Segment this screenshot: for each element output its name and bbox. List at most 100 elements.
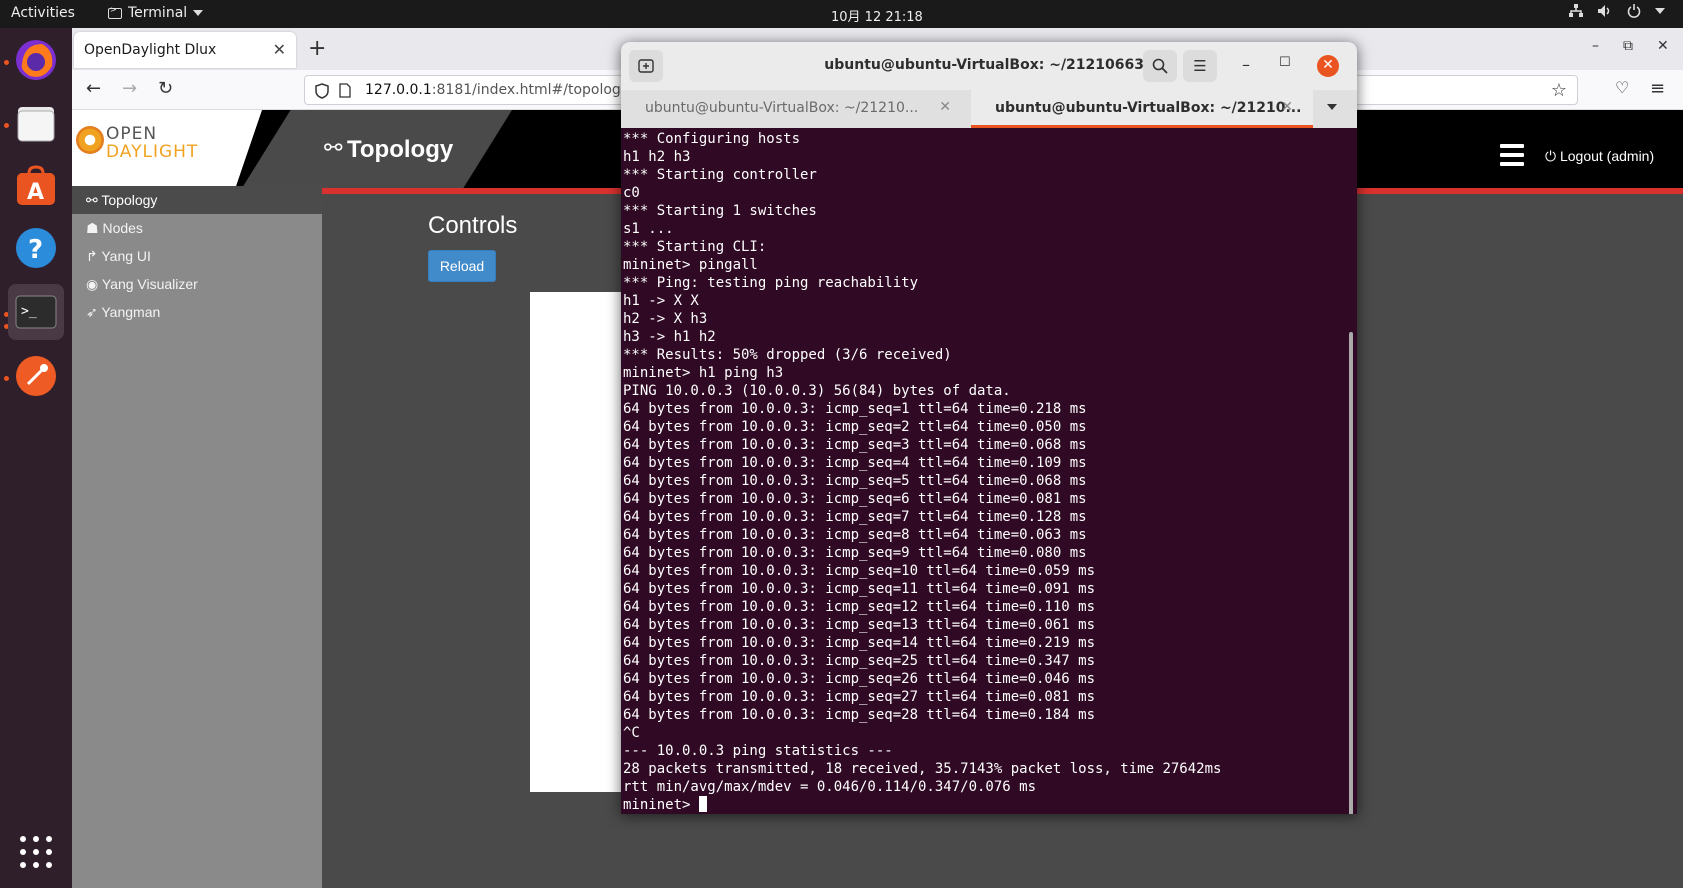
terminal-tab-active[interactable]: ubuntu@ubuntu-VirtualBox: ~/21210... ✕ — [971, 90, 1313, 128]
terminal-line: --- 10.0.0.3 ping statistics --- — [623, 743, 893, 759]
terminal-lines: *** Configuring hosts h1 h2 h3 *** Startin… — [623, 130, 1357, 796]
app-store-icon: A — [17, 165, 55, 205]
restore-icon[interactable]: ⧉ — [1623, 38, 1633, 54]
chevron-down-icon — [193, 10, 204, 16]
power-icon: ⏻ — [1545, 148, 1560, 164]
system-tray[interactable] — [1569, 4, 1665, 18]
chevron-down-icon — [1655, 8, 1665, 14]
close-window-icon[interactable]: ✕ — [1657, 38, 1669, 54]
firefox-icon[interactable] — [8, 32, 64, 88]
terminal-titlebar[interactable]: ubuntu@ubuntu-VirtualBox: ~/212106633 ☰ … — [621, 42, 1357, 90]
pocket-icon[interactable]: ♡ — [1615, 78, 1629, 97]
files-icon[interactable] — [8, 96, 64, 152]
back-icon[interactable]: ← — [86, 78, 101, 99]
search-button[interactable] — [1143, 50, 1177, 82]
sidebar-item-label: Yangman — [101, 304, 161, 320]
terminal-line: 64 bytes from 10.0.0.3: icmp_seq=28 ttl=… — [623, 707, 1096, 723]
software-icon[interactable]: A — [8, 158, 64, 214]
topology-icon: ⚯ — [324, 136, 343, 161]
sidebar-item-topology[interactable]: ⚯ Topology — [72, 186, 322, 214]
svg-text:>_: >_ — [21, 304, 37, 319]
terminal-line: 64 bytes from 10.0.0.3: icmp_seq=25 ttl=… — [623, 653, 1096, 669]
shield-icon — [315, 83, 329, 99]
svg-text:?: ? — [28, 235, 43, 265]
hamburger-menu-icon[interactable] — [1500, 144, 1524, 171]
terminal-line: 64 bytes from 10.0.0.3: icmp_seq=13 ttl=… — [623, 617, 1096, 633]
close-tab-icon[interactable]: ✕ — [273, 40, 286, 59]
maximize-icon[interactable]: ☐ — [1279, 55, 1291, 70]
terminal-line: *** Starting controller — [623, 167, 817, 183]
terminal-line: 64 bytes from 10.0.0.3: icmp_seq=3 ttl=6… — [623, 437, 1087, 453]
terminal-tab-label: ubuntu@ubuntu-VirtualBox: ~/21210... — [995, 100, 1302, 116]
browser-tab-title: OpenDaylight Dlux — [84, 42, 217, 58]
activities-button[interactable]: Activities — [11, 5, 75, 21]
sidebar-item-label: Yang UI — [101, 248, 151, 264]
terminal-line: *** Ping: testing ping reachability — [623, 275, 919, 291]
browser-menu-icon[interactable]: ≡ — [1650, 78, 1665, 99]
terminal-line: 64 bytes from 10.0.0.3: icmp_seq=11 ttl=… — [623, 581, 1096, 597]
help-icon[interactable]: ? — [8, 220, 64, 276]
terminal-line: h3 -> h1 h2 — [623, 329, 716, 345]
odl-sidebar: ⚯ Topology ☗ Nodes ↱ Yang UI ◉ Yang Visu… — [72, 186, 322, 888]
reload-button[interactable]: Reload — [428, 250, 496, 282]
browser-tab[interactable]: OpenDaylight Dlux ✕ — [74, 32, 296, 68]
sidebar-item-yang-ui[interactable]: ↱ Yang UI — [72, 242, 322, 270]
text-cursor — [698, 796, 707, 812]
terminal-icon[interactable]: >_ — [8, 284, 64, 340]
app-menu-label: Terminal — [128, 5, 188, 21]
terminal-prompt-line[interactable]: mininet> — [623, 796, 1357, 814]
terminal-output[interactable]: *** Configuring hosts h1 h2 h3 *** Startin… — [621, 130, 1357, 814]
close-icon[interactable]: ✕ — [1317, 55, 1339, 77]
terminal-line: mininet> pingall — [623, 257, 758, 273]
folder-icon — [17, 107, 55, 142]
controls-heading: Controls — [428, 212, 518, 239]
postman-icon[interactable] — [8, 348, 64, 404]
minimize-icon[interactable]: – — [1592, 38, 1599, 54]
chevron-down-icon[interactable] — [1327, 104, 1337, 110]
logo-text-open: OPEN — [106, 124, 158, 144]
forward-icon[interactable]: → — [122, 78, 137, 99]
terminal-line: rtt min/avg/max/mdev = 0.046/0.114/0.347… — [623, 779, 1037, 795]
top-bar: Activities Terminal 10月 12 21:18 — [0, 0, 1683, 28]
terminal-line: 64 bytes from 10.0.0.3: icmp_seq=2 ttl=6… — [623, 419, 1087, 435]
minimize-icon[interactable]: – — [1242, 55, 1250, 74]
terminal-menu-button[interactable]: ☰ — [1183, 50, 1217, 82]
odl-logo[interactable]: OPEN DAYLIGHT — [72, 110, 262, 188]
sidebar-item-nodes[interactable]: ☗ Nodes — [72, 214, 322, 242]
sidebar-item-yangman[interactable]: ➶ Yangman — [72, 298, 322, 326]
terminal-line: *** Results: 50% dropped (3/6 received) — [623, 347, 952, 363]
sunburst-icon — [76, 126, 104, 154]
terminal-line: 64 bytes from 10.0.0.3: icmp_seq=8 ttl=6… — [623, 527, 1087, 543]
page-title: Topology — [347, 136, 454, 163]
page-icon — [339, 83, 351, 98]
terminal-line: 64 bytes from 10.0.0.3: icmp_seq=1 ttl=6… — [623, 401, 1087, 417]
firefox-logo — [16, 40, 56, 80]
close-tab-icon[interactable]: ✕ — [939, 99, 951, 115]
clock[interactable]: 10月 12 21:18 — [831, 6, 923, 25]
show-apps-icon[interactable] — [20, 836, 52, 868]
volume-icon — [1598, 5, 1610, 17]
terminal-tab-bar: ubuntu@ubuntu-VirtualBox: ~/21210... ✕ u… — [621, 90, 1357, 128]
app-menu[interactable]: Terminal — [108, 5, 204, 21]
terminal-line: h2 -> X h3 — [623, 311, 708, 327]
terminal-line: mininet> h1 ping h3 — [623, 365, 784, 381]
svg-text:A: A — [27, 180, 44, 205]
terminal-scrollbar[interactable] — [1349, 332, 1353, 814]
terminal-window[interactable]: ubuntu@ubuntu-VirtualBox: ~/212106633 ☰ … — [621, 42, 1357, 814]
search-icon — [1152, 58, 1168, 74]
terminal-line: 64 bytes from 10.0.0.3: icmp_seq=6 ttl=6… — [623, 491, 1087, 507]
terminal-line: *** Starting CLI: — [623, 239, 767, 255]
reload-page-icon[interactable]: ↻ — [158, 78, 173, 99]
bookmark-star-icon[interactable]: ☆ — [1551, 80, 1567, 101]
terminal-line: 64 bytes from 10.0.0.3: icmp_seq=9 ttl=6… — [623, 545, 1087, 561]
logout-link[interactable]: ⏻ Logout (admin) — [1545, 148, 1654, 165]
logo-text-daylight: DAYLIGHT — [106, 142, 199, 162]
sidebar-item-yang-visualizer[interactable]: ◉ Yang Visualizer — [72, 270, 322, 298]
network-icon — [1569, 4, 1583, 17]
sidebar-item-icon: ➶ — [86, 304, 98, 320]
terminal-tab[interactable]: ubuntu@ubuntu-VirtualBox: ~/21210... ✕ — [621, 90, 971, 128]
sidebar-item-label: Yang Visualizer — [101, 276, 198, 292]
new-tab-icon[interactable]: + — [308, 36, 326, 61]
terminal-line: c0 — [623, 185, 640, 201]
close-tab-icon[interactable]: ✕ — [1281, 99, 1293, 115]
